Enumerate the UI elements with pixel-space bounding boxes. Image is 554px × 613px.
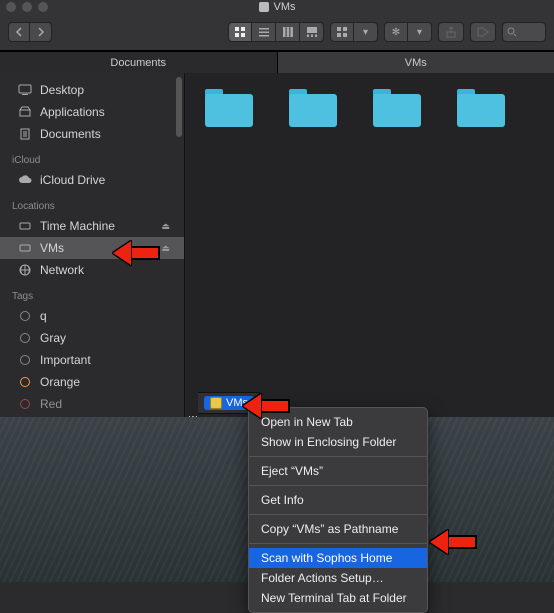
annotation-arrow	[243, 394, 289, 418]
folder-icon[interactable]	[457, 89, 505, 127]
sidebar-item-label: Gray	[40, 331, 66, 345]
list-view-button[interactable]	[252, 22, 276, 42]
toolbar: ▾ ✻ ▾	[0, 14, 554, 51]
gear-icon: ✻	[384, 22, 408, 42]
sidebar-item-label: Network	[40, 263, 84, 277]
context-menu: Open in New Tab Show in Enclosing Folder…	[248, 407, 428, 613]
apps-icon	[18, 106, 32, 118]
tag-dot-icon	[18, 310, 32, 322]
sidebar-item-label: VMs	[40, 241, 64, 255]
tag-dot-icon	[18, 332, 32, 344]
tab-documents[interactable]: Documents	[0, 51, 278, 73]
ctx-new-terminal-tab[interactable]: New Terminal Tab at Folder	[249, 588, 427, 608]
tag-dot-icon	[18, 376, 32, 388]
ctx-show-enclosing[interactable]: Show in Enclosing Folder	[249, 432, 427, 452]
ctx-get-info[interactable]: Get Info	[249, 490, 427, 510]
sidebar-item-applications[interactable]: Applications	[0, 101, 184, 123]
tab-bar: Documents VMs	[0, 51, 554, 73]
sidebar-scrollbar[interactable]	[176, 77, 182, 137]
tag-dot-icon	[18, 398, 32, 410]
close-window-button[interactable]	[6, 2, 16, 12]
sidebar-item-label: Red	[40, 397, 62, 411]
sidebar-item-label: Documents	[40, 127, 101, 141]
share-button[interactable]	[438, 22, 464, 42]
tags-button[interactable]	[470, 22, 496, 42]
view-switcher[interactable]	[228, 22, 324, 42]
sidebar-section-icloud: iCloud	[0, 145, 184, 169]
titlebar: VMs	[0, 0, 554, 14]
disk-icon	[210, 397, 222, 409]
sidebar-tag-red[interactable]: Red	[0, 393, 184, 415]
window-controls[interactable]	[6, 2, 48, 12]
sidebar-item-time-machine[interactable]: Time Machine ⏏	[0, 215, 184, 237]
sidebar-item-desktop[interactable]: Desktop	[0, 79, 184, 101]
sidebar-item-documents[interactable]: Documents	[0, 123, 184, 145]
sidebar-item-label: Important	[40, 353, 91, 367]
back-button[interactable]	[8, 22, 30, 42]
sidebar-item-label: Time Machine	[40, 219, 115, 233]
chevron-down-icon: ▾	[408, 22, 432, 42]
desktop-icon	[18, 84, 32, 96]
disk-icon	[18, 220, 32, 232]
zoom-window-button[interactable]	[38, 2, 48, 12]
sidebar-item-label: Orange	[40, 375, 80, 389]
ctx-eject[interactable]: Eject “VMs”	[249, 461, 427, 481]
ctx-folder-actions[interactable]: Folder Actions Setup…	[249, 568, 427, 588]
chevron-down-icon: ▾	[354, 22, 378, 42]
window-title: VMs	[274, 1, 296, 13]
sidebar-item-label: Desktop	[40, 83, 84, 97]
folder-icon[interactable]	[373, 89, 421, 127]
cloud-icon	[18, 174, 32, 186]
sidebar-tag-gray[interactable]: Gray	[0, 327, 184, 349]
menu-separator	[249, 543, 427, 544]
tag-dot-icon	[18, 354, 32, 366]
docs-icon	[18, 128, 32, 140]
eject-icon[interactable]: ⏏	[161, 221, 170, 232]
disk-icon	[18, 242, 32, 254]
arrange-icon	[330, 22, 354, 42]
folder-icon[interactable]	[289, 89, 337, 127]
sidebar-section-tags: Tags	[0, 281, 184, 305]
menu-separator	[249, 514, 427, 515]
arrange-menu[interactable]: ▾	[330, 22, 378, 42]
sidebar-section-locations: Locations	[0, 191, 184, 215]
sidebar-tag-orange[interactable]: Orange	[0, 371, 184, 393]
sidebar-tag-important[interactable]: Important	[0, 349, 184, 371]
eject-icon[interactable]: ⏏	[161, 243, 170, 254]
ctx-scan-sophos[interactable]: Scan with Sophos Home	[249, 548, 427, 568]
forward-button[interactable]	[30, 22, 52, 42]
sidebar-tag-q[interactable]: q	[0, 305, 184, 327]
annotation-arrow	[113, 241, 159, 265]
tab-vms[interactable]: VMs	[278, 51, 554, 73]
sidebar-item-label: Applications	[40, 105, 105, 119]
folder-icon[interactable]	[205, 89, 253, 127]
sidebar-item-icloud-drive[interactable]: iCloud Drive	[0, 169, 184, 191]
icon-view-button[interactable]	[228, 22, 252, 42]
disk-icon	[259, 2, 269, 12]
action-menu[interactable]: ✻ ▾	[384, 22, 432, 42]
menu-separator	[249, 456, 427, 457]
sidebar-item-label: iCloud Drive	[40, 173, 105, 187]
ctx-copy-pathname[interactable]: Copy “VMs” as Pathname	[249, 519, 427, 539]
column-view-button[interactable]	[276, 22, 300, 42]
menu-separator	[249, 485, 427, 486]
sidebar-item-label: q	[40, 309, 47, 323]
minimize-window-button[interactable]	[22, 2, 32, 12]
annotation-arrow	[430, 530, 476, 554]
globe-icon	[18, 264, 32, 276]
gallery-view-button[interactable]	[300, 22, 324, 42]
search-field[interactable]	[502, 22, 546, 42]
